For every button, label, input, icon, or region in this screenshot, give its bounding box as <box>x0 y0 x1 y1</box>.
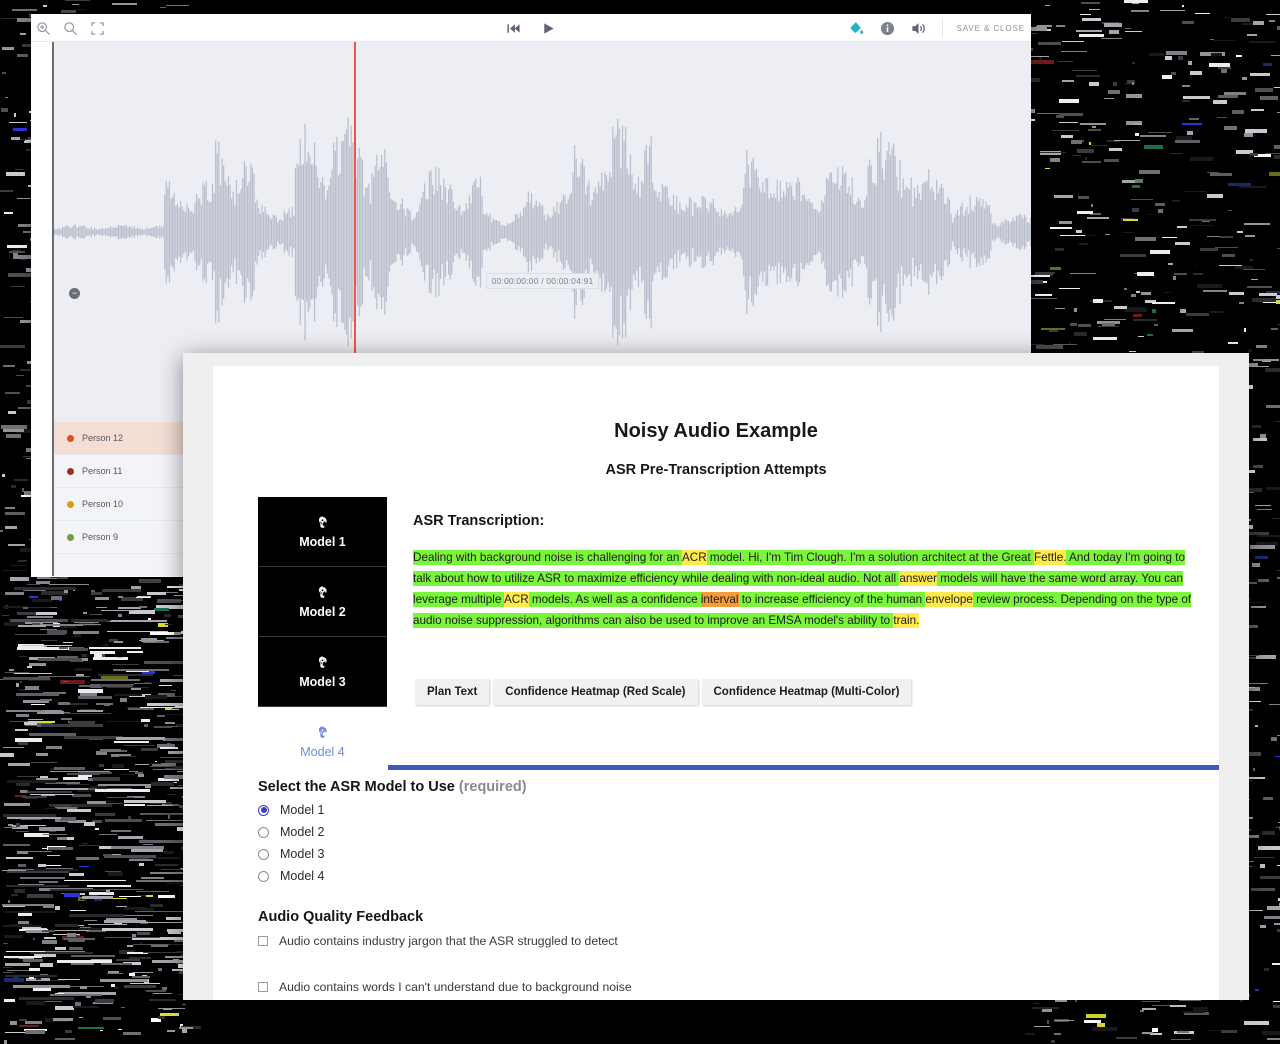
audio-quality-option[interactable]: Audio contains words I can't understand … <box>258 980 1198 994</box>
model-select-heading-text: Select the ASR Model to Use <box>258 779 455 795</box>
head-gear-icon <box>315 585 330 600</box>
model-radio-option[interactable]: Model 1 <box>258 803 1198 817</box>
model-select-heading: Select the ASR Model to Use (required) <box>258 779 1198 795</box>
transcription-token-yellow: Fettle. <box>1033 550 1067 565</box>
required-marker: (required) <box>458 779 527 795</box>
model-tab-label: Model 2 <box>299 604 346 619</box>
radio-button[interactable] <box>258 848 269 860</box>
model-radio-label: Model 2 <box>280 825 325 839</box>
speaker-color-dot <box>67 434 74 442</box>
head-gear-icon <box>315 515 330 530</box>
model-tab-4[interactable]: Model 4 <box>258 707 387 777</box>
transcription-token-yellow: answer <box>899 571 938 586</box>
speaker-color-dot <box>67 533 74 541</box>
head-gear-icon <box>315 655 330 670</box>
model-tab-label: Model 3 <box>299 674 346 689</box>
feedback-form: Select the ASR Model to Use (required) M… <box>258 779 1198 994</box>
model-radio-label: Model 4 <box>280 869 325 883</box>
dialog-title: Noisy Audio Example <box>614 420 818 442</box>
section-divider <box>388 765 1219 770</box>
audio-editor-toolbar: SAVE & CLOSE <box>31 14 1031 42</box>
model-radio-option[interactable]: Model 3 <box>258 847 1198 861</box>
transcription-token-yellow: train. <box>893 613 920 628</box>
zoom-level-handle[interactable]: − <box>69 288 80 299</box>
model-tab-label: Model 4 <box>300 745 345 759</box>
head-gear-icon <box>315 725 330 740</box>
rewind-to-start-icon[interactable] <box>506 21 521 36</box>
speaker-color-dot <box>67 467 74 475</box>
transcription-token-green: model. Hi, I'm Tim Clough. I'm a solutio… <box>706 550 1034 565</box>
transcription-token-green: Dealing with background noise is challen… <box>413 550 682 565</box>
model-tab-1[interactable]: Model 1 <box>258 497 387 567</box>
radio-button[interactable] <box>258 804 269 816</box>
transcription-block: ASR Transcription: Dealing with backgrou… <box>413 513 1213 631</box>
transcription-text: Dealing with background noise is challen… <box>413 547 1206 631</box>
model-radio-option[interactable]: Model 2 <box>258 825 1198 839</box>
transcription-token-green: to increase efficiency of the human <box>738 592 926 607</box>
model-radio-list: Model 1 Model 2 Model 3 Model 4 <box>258 803 1198 883</box>
view-mode-button-group: Plan Text Confidence Heatmap (Red Scale) C… <box>415 679 915 705</box>
speaker-color-dot <box>67 500 74 508</box>
audio-quality-checkbox-list: Audio contains industry jargon that the … <box>258 934 1198 994</box>
radio-button[interactable] <box>258 870 269 882</box>
model-tab-3[interactable]: Model 3 <box>258 637 387 707</box>
audio-quality-option[interactable]: Audio contains industry jargon that the … <box>258 934 1198 948</box>
asr-dialog: Noisy Audio Example ASR Pre-Transcriptio… <box>183 353 1249 1000</box>
model-tab-label: Model 1 <box>299 534 346 549</box>
save-and-close-button[interactable]: SAVE & CLOSE <box>941 19 1025 37</box>
checkbox[interactable] <box>258 982 268 992</box>
transcription-heading: ASR Transcription: <box>413 513 545 529</box>
asr-dialog-content: Noisy Audio Example ASR Pre-Transcriptio… <box>213 366 1219 1000</box>
checkbox[interactable] <box>258 936 268 946</box>
volume-icon[interactable] <box>911 21 926 36</box>
transcription-token-orange: interval <box>700 592 739 607</box>
transcription-token-green: models. As well as a confidence <box>528 592 701 607</box>
model-tab-list: Model 1 Model 2 Model 3 Model 4 <box>258 497 387 777</box>
audio-quality-heading: Audio Quality Feedback <box>258 909 424 925</box>
model-tab-2[interactable]: Model 2 <box>258 567 387 637</box>
speaker-label: Person 9 <box>82 532 119 542</box>
view-mode-button[interactable]: Confidence Heatmap (Red Scale) <box>493 679 698 705</box>
transcription-token-yellow: ACR <box>503 592 529 607</box>
paint-bucket-icon[interactable] <box>849 21 864 36</box>
view-mode-button[interactable]: Confidence Heatmap (Multi-Color) <box>701 679 912 705</box>
audio-quality-label: Audio contains words I can't understand … <box>279 980 632 994</box>
timecode-readout: 00:00:00:00 / 00:00:04:91 <box>485 273 600 289</box>
speaker-label: Person 11 <box>82 466 123 476</box>
audio-quality-label: Audio contains industry jargon that the … <box>279 934 618 948</box>
model-radio-label: Model 3 <box>280 847 325 861</box>
play-icon[interactable] <box>541 21 556 36</box>
transcription-token-yellow: ACR <box>681 550 707 565</box>
view-mode-button[interactable]: Plan Text <box>415 679 490 705</box>
speaker-label: Person 10 <box>82 499 124 509</box>
model-radio-label: Model 1 <box>280 803 325 817</box>
transcription-token-yellow: envelope <box>925 592 973 607</box>
radio-button[interactable] <box>258 826 269 838</box>
dialog-subtitle: ASR Pre-Transcription Attempts <box>605 462 827 478</box>
info-icon[interactable] <box>880 21 895 36</box>
model-radio-option[interactable]: Model 4 <box>258 869 1198 883</box>
speaker-label: Person 12 <box>82 433 124 443</box>
